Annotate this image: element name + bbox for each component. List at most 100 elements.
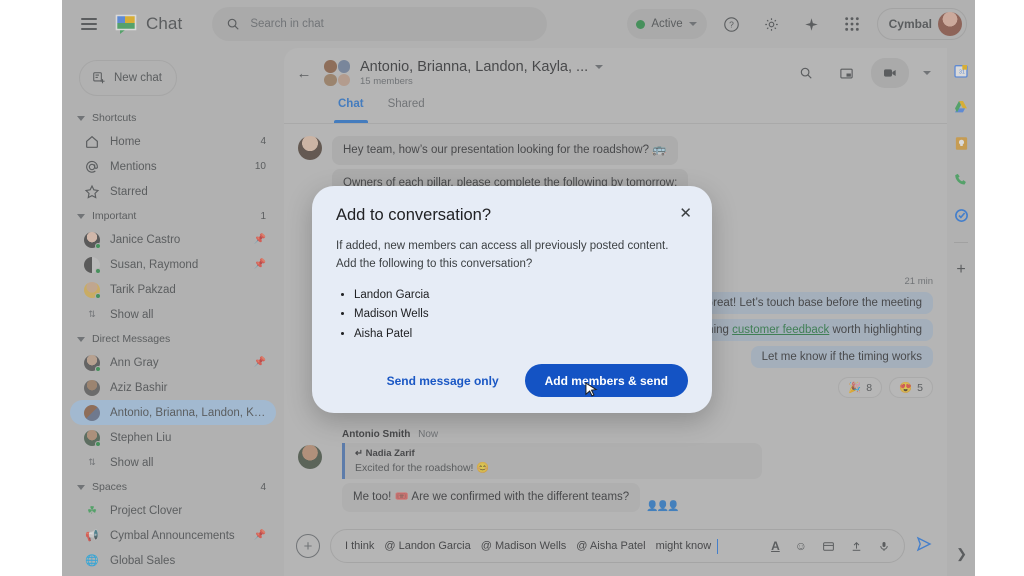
chevron-down-icon[interactable] (595, 65, 604, 69)
apps-grid-icon[interactable] (837, 9, 867, 39)
mention-chip: @ Aisha Patel (576, 540, 646, 552)
quote-text: Excited for the roadshow! 😊 (355, 462, 490, 475)
sidebar-item-global-sales[interactable]: 🌐 Global Sales (70, 548, 276, 573)
sidebar-section-direct-messages[interactable]: Direct Messages (70, 327, 276, 350)
reaction-pill[interactable]: 🎉 8 (838, 377, 883, 398)
conversation-header: ← Antonio, Brianna, Landon, Kayla, ... 1… (284, 48, 947, 98)
chevron-right-icon[interactable]: ❯ (956, 546, 967, 562)
conversation-search-icon[interactable] (791, 58, 821, 88)
star-icon (84, 184, 100, 199)
reply-icon: ↵ (355, 448, 363, 460)
avatar (298, 445, 322, 470)
message-bubble: Hey team, how’s our presentation looking… (332, 136, 678, 165)
composer-text-prefix: I think (345, 540, 375, 552)
google-keep-icon[interactable] (952, 134, 970, 152)
tab-shared[interactable]: Shared (378, 98, 435, 123)
sidebar-item-susan-raymond[interactable]: Susan, Raymond 📌 (70, 252, 276, 277)
list-item: Aisha Patel (354, 325, 688, 345)
sidebar-item-mentions[interactable]: Mentions 10 (70, 154, 276, 179)
google-tasks-icon[interactable] (952, 206, 970, 224)
plus-icon[interactable]: + (952, 261, 970, 279)
gear-icon[interactable] (757, 9, 787, 39)
search-icon (228, 18, 239, 30)
group-avatar (84, 404, 100, 421)
sidebar-item-label: Antonio, Brianna, Landon, Kayla, Jo... (110, 406, 266, 419)
emoji-icon[interactable]: ☺ (795, 539, 807, 553)
google-calendar-icon[interactable]: 31 (952, 62, 970, 80)
google-chat-app: Chat Search in chat Active ? Cymbal New … (62, 0, 975, 576)
search-placeholder: Search in chat (250, 18, 324, 30)
sidebar-item-home[interactable]: Home 4 (70, 129, 276, 154)
pin-icon: 📌 (253, 530, 266, 541)
message-incoming: Hey team, how’s our presentation looking… (298, 136, 933, 165)
sidebar-item-starred[interactable]: Starred (70, 179, 276, 204)
member-list: Landon Garcia Madison Wells Aisha Patel (354, 286, 688, 345)
sidebar-item-ann-gray[interactable]: Ann Gray 📌 (70, 350, 276, 375)
back-arrow-icon[interactable]: ← (294, 65, 314, 82)
globe-icon: 🌐 (85, 555, 99, 567)
conversation-title: Antonio, Brianna, Landon, Kayla, ... (360, 59, 589, 75)
customer-feedback-link[interactable]: customer feedback (732, 324, 829, 336)
member-count: 15 members (360, 76, 413, 87)
google-drive-icon[interactable] (952, 98, 970, 116)
composer-text-suffix: might know (655, 540, 712, 552)
message-bubble-outgoing: Anything customer feedback worth highlig… (673, 319, 933, 341)
sidebar-item-tarik-pakzad[interactable]: Tarik Pakzad (70, 277, 276, 302)
send-icon[interactable] (915, 535, 933, 558)
google-voice-icon[interactable] (952, 170, 970, 188)
gif-icon[interactable] (822, 540, 835, 553)
dialog-title: Add to conversation? (336, 206, 492, 224)
message-input[interactable]: I think @ Landon Garcia @ Madison Wells … (330, 529, 905, 563)
avatar[interactable] (938, 12, 962, 36)
section-count: 1 (260, 210, 266, 222)
sidebar-item-aziz-bashir[interactable]: Aziz Bashir (70, 375, 276, 400)
sparkle-icon[interactable] (797, 9, 827, 39)
send-message-only-button[interactable]: Send message only (375, 366, 511, 396)
sender-name: Antonio Smith (342, 429, 411, 441)
sidebar-item-label: Ann Gray (110, 356, 159, 369)
format-text-icon[interactable]: A (771, 539, 780, 553)
reaction-pill[interactable]: 😍 5 (889, 377, 933, 398)
sidebar-item-label: Aziz Bashir (110, 381, 168, 394)
close-icon[interactable]: ✕ (679, 206, 692, 221)
sidebar-item-project-clover[interactable]: ☘ Project Clover (70, 498, 276, 523)
upload-icon[interactable] (850, 540, 863, 553)
video-camera-icon[interactable] (871, 58, 909, 88)
video-options-chevron-down-icon[interactable] (919, 58, 935, 88)
chevron-down-icon (77, 213, 85, 219)
avatar (84, 281, 101, 299)
compose-icon (93, 72, 105, 84)
account-name: Cymbal (888, 17, 932, 31)
expand-icon: ⇅ (88, 457, 96, 467)
sidebar-item-stephen-liu[interactable]: Stephen Liu (70, 425, 276, 450)
add-members-and-send-button[interactable]: Add members & send (524, 364, 688, 398)
sidebar-item-label: Starred (110, 185, 148, 198)
unread-count: 4 (260, 136, 266, 147)
picture-in-picture-icon[interactable] (831, 58, 861, 88)
google-chat-logo (114, 12, 138, 36)
svg-text:?: ? (729, 19, 734, 29)
sidebar-section-shortcuts[interactable]: Shortcuts (70, 106, 276, 129)
plus-circle-icon[interactable]: + (296, 534, 320, 558)
tab-chat[interactable]: Chat (328, 98, 374, 123)
list-item: Madison Wells (354, 305, 688, 325)
new-chat-button[interactable]: New chat (79, 60, 177, 96)
sidebar-item-janice-castro[interactable]: Janice Castro 📌 (70, 227, 276, 252)
sidebar-item-label: Tarik Pakzad (110, 283, 176, 296)
avatar (84, 256, 101, 274)
status-chip[interactable]: Active (627, 9, 707, 39)
section-title: Important (92, 210, 137, 222)
account-pill[interactable]: Cymbal (876, 8, 967, 40)
sidebar-section-important[interactable]: Important 1 (70, 204, 276, 227)
top-bar: Chat Search in chat Active ? Cymbal (62, 0, 975, 48)
sidebar-item-cymbal-announcements[interactable]: 📢 Cymbal Announcements 📌 (70, 523, 276, 548)
message-composer: + I think @ Landon Garcia @ Madison Well… (284, 524, 947, 568)
sidebar-item-group-conversation[interactable]: Antonio, Brianna, Landon, Kayla, Jo... (70, 400, 276, 425)
hamburger-menu-icon[interactable] (74, 9, 104, 39)
microphone-icon[interactable] (878, 540, 890, 553)
sidebar-show-all-important[interactable]: ⇅ Show all (70, 302, 276, 327)
search-input[interactable]: Search in chat (212, 7, 548, 41)
help-circle-icon[interactable]: ? (717, 9, 747, 39)
sidebar-section-spaces[interactable]: Spaces 4 (70, 475, 276, 498)
sidebar-show-all-dms[interactable]: ⇅ Show all (70, 450, 276, 475)
